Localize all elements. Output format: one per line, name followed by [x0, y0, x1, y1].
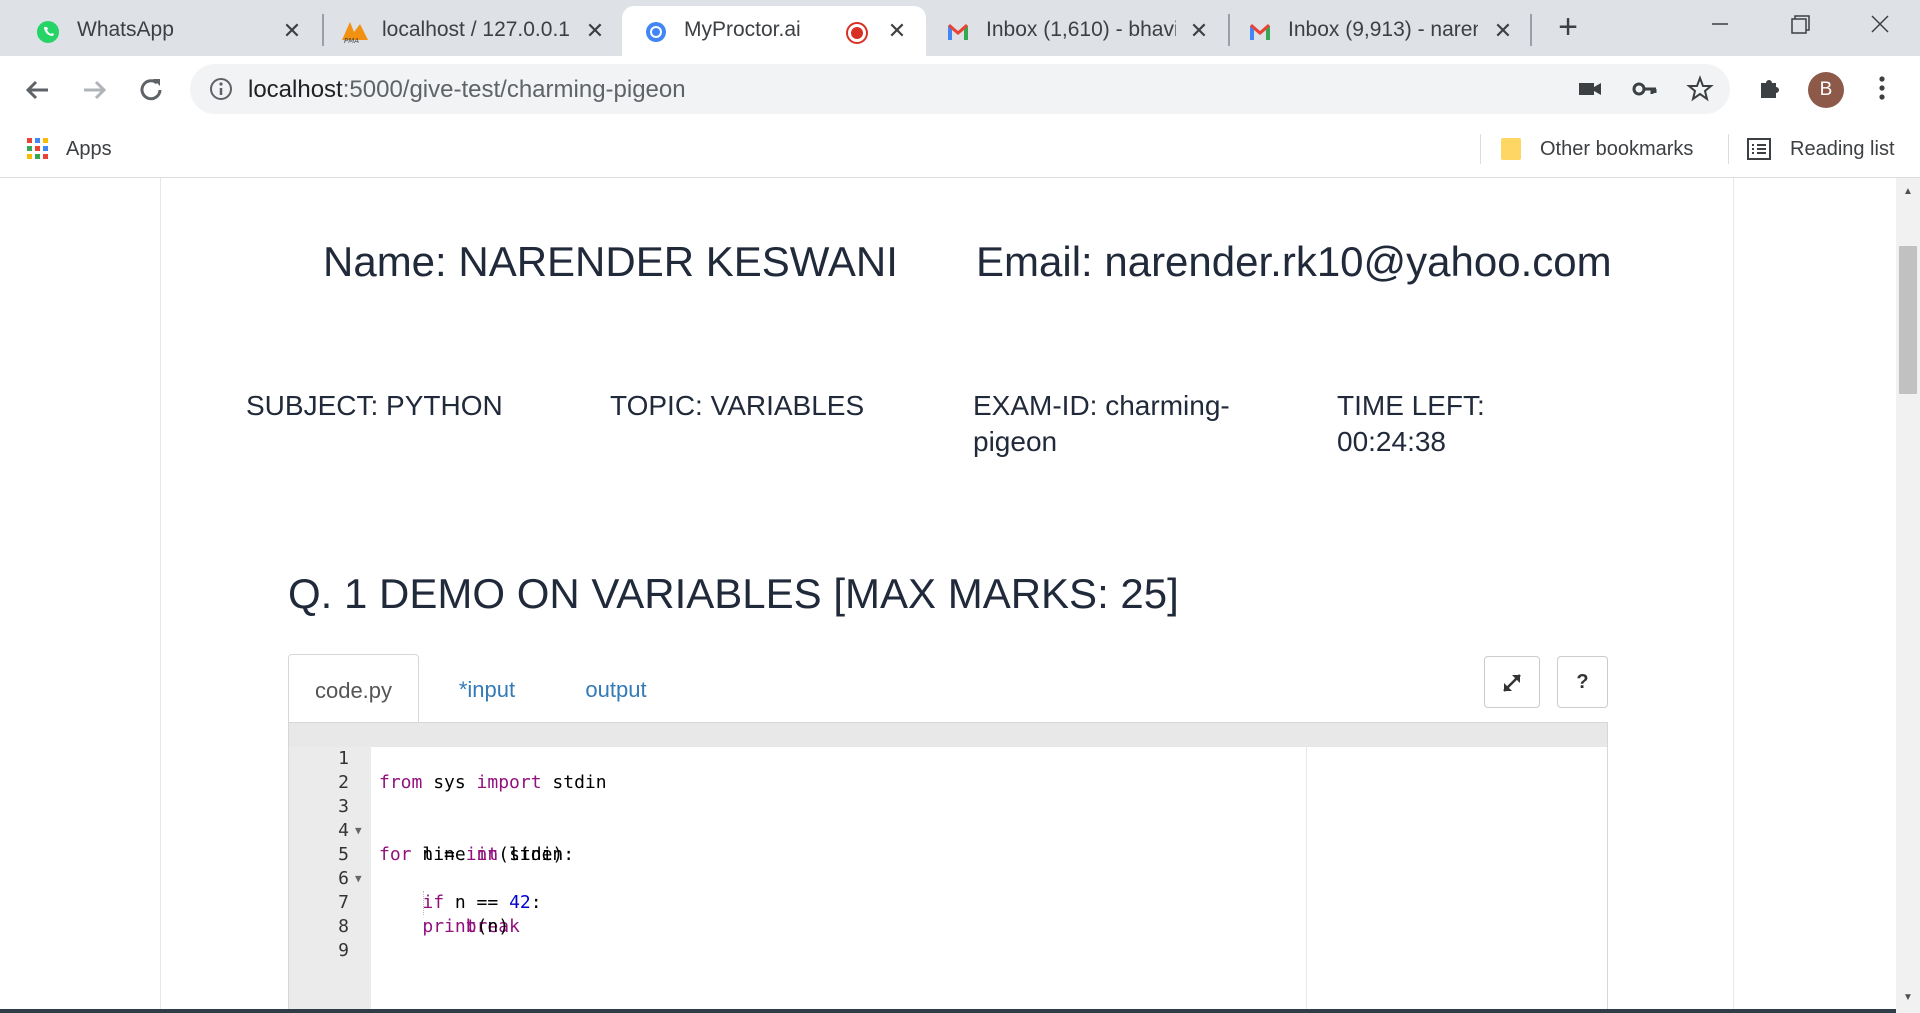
reading-list-button[interactable]: Reading list	[1746, 132, 1895, 166]
close-tab-icon[interactable]: ✕	[584, 20, 606, 42]
tab-title: WhatsApp	[77, 18, 174, 41]
apps-grid-icon	[27, 138, 48, 159]
close-tab-icon[interactable]: ✕	[886, 20, 908, 42]
extensions-icon[interactable]	[1756, 74, 1784, 102]
bookmark-apps[interactable]: Apps	[26, 132, 112, 166]
bookmark-other[interactable]: Other bookmarks	[1500, 132, 1693, 166]
gmail-icon	[948, 24, 968, 40]
browser-tab-phpmyadmin[interactable]: PMA localhost / 127.0.0.1 ✕	[324, 6, 624, 56]
phpmyadmin-icon: PMA	[342, 22, 368, 44]
tab-separator	[1530, 14, 1532, 46]
exam-id: EXAM-ID: charming-pigeon	[973, 390, 1230, 457]
restore-icon[interactable]	[1780, 10, 1820, 40]
question-title: Q. 1 DEMO ON VARIABLES [MAX MARKS: 25]	[288, 570, 1179, 617]
site-info-icon[interactable]	[208, 76, 234, 102]
browser-tabstrip: WhatsApp ✕ PMA localhost / 127.0.0.1 ✕ M…	[0, 0, 1920, 56]
forward-icon[interactable]	[74, 70, 114, 110]
whatsapp-icon	[37, 21, 59, 43]
browser-tab-myproctor[interactable]: MyProctor.ai ✕	[622, 6, 926, 56]
tab-output[interactable]: output	[555, 654, 677, 724]
candidate-email: Email: narender.rk10@yahoo.com	[976, 238, 1612, 285]
exam-container: Name: NARENDER KESWANI Email: narender.r…	[160, 178, 1734, 1013]
tab-title: Inbox (9,913) - naren	[1288, 18, 1478, 41]
close-tab-icon[interactable]: ✕	[1188, 20, 1210, 42]
svg-text:PMA: PMA	[344, 37, 359, 44]
folder-icon	[1501, 138, 1521, 160]
exam-topic: TOPIC: VARIABLES	[610, 390, 865, 421]
code-line: 7 print(n)	[289, 867, 1607, 937]
code-line: 4 n = int(line)	[289, 795, 1607, 865]
tab-code-py[interactable]: code.py	[288, 654, 419, 724]
browser-toolbar: localhost:5000/give-test/charming-pigeon…	[0, 56, 1920, 122]
menu-dots-icon[interactable]	[1868, 74, 1896, 102]
taskbar-edge	[0, 1009, 1896, 1013]
bookmark-star-icon[interactable]	[1686, 75, 1714, 103]
chromium-icon	[646, 22, 666, 42]
camera-icon[interactable]	[1576, 75, 1604, 103]
browser-tab-gmail-naren[interactable]: Inbox (9,913) - naren ✕	[1230, 6, 1530, 56]
tab-input[interactable]: *input	[419, 654, 555, 724]
page-viewport: Name: NARENDER KESWANI Email: narender.r…	[0, 178, 1896, 1013]
code-line: 6 break	[289, 843, 1607, 937]
scroll-up-icon[interactable]: ▲	[1902, 186, 1914, 198]
key-icon[interactable]	[1630, 75, 1658, 103]
tab-title: localhost / 127.0.0.1	[382, 18, 570, 41]
close-tab-icon[interactable]: ✕	[281, 20, 303, 42]
time-left-label: TIME LEFT:	[1337, 390, 1485, 421]
address-bar[interactable]: localhost:5000/give-test/charming-pigeon	[190, 64, 1730, 114]
browser-tab-whatsapp[interactable]: WhatsApp ✕	[0, 6, 320, 56]
bookmark-apps-label: Apps	[66, 137, 112, 160]
tab-title: MyProctor.ai	[684, 18, 801, 41]
close-tab-icon[interactable]: ✕	[1492, 20, 1514, 42]
scroll-down-icon[interactable]: ▼	[1902, 992, 1914, 1004]
bookmarks-bar: Apps Other bookmarks Reading list	[0, 122, 1920, 178]
close-window-icon[interactable]	[1860, 10, 1900, 40]
candidate-name: Name: NARENDER KESWANI	[323, 238, 898, 285]
url-path: :5000/give-test/charming-pigeon	[342, 76, 686, 103]
code-line: 1 from sys import stdin	[289, 723, 1607, 793]
expand-icon	[1503, 674, 1521, 692]
browser-tab-gmail-bhavi[interactable]: Inbox (1,610) - bhavi ✕	[928, 6, 1228, 56]
code-line: 2	[289, 747, 1607, 793]
code-input-area[interactable]: 1 from sys import stdin 2 3 ▼ for line i…	[288, 722, 1608, 1013]
help-button[interactable]: ?	[1557, 656, 1608, 708]
time-left: TIME LEFT: 00:24:38	[1337, 388, 1617, 460]
recording-icon	[846, 22, 868, 44]
bookmark-separator	[1728, 134, 1729, 164]
page-scrollbar[interactable]: ▲ ▼	[1896, 178, 1920, 1013]
fullscreen-button[interactable]	[1484, 656, 1540, 708]
bookmark-separator	[1480, 134, 1481, 164]
tab-title: Inbox (1,610) - bhavi	[986, 18, 1176, 41]
code-line: 3 ▼ for line in stdin:	[289, 771, 1607, 865]
line-number: 9	[338, 940, 349, 961]
bookmark-other-label: Other bookmarks	[1540, 137, 1694, 160]
minimize-icon[interactable]	[1700, 10, 1740, 40]
profile-avatar[interactable]: B	[1808, 72, 1844, 108]
reading-list-icon	[1747, 138, 1771, 160]
scrollbar-thumb[interactable]	[1899, 246, 1917, 394]
url-host: localhost	[248, 76, 343, 103]
new-tab-button[interactable]: +	[1552, 10, 1584, 44]
code-line: 5 ▼ if n == 42:	[289, 819, 1607, 913]
time-left-value: 00:24:38	[1337, 426, 1446, 457]
code-line: 8	[289, 891, 1607, 937]
code-line: 9	[289, 915, 1607, 961]
url-text: localhost:5000/give-test/charming-pigeon	[248, 76, 686, 104]
reload-icon[interactable]	[131, 70, 171, 110]
code-editor-panel: code.py *input output ? 1 from sys impor…	[288, 654, 1608, 1013]
exam-subject: SUBJECT: PYTHON	[246, 390, 503, 421]
reading-list-label: Reading list	[1790, 137, 1895, 160]
gmail-icon	[1250, 24, 1270, 40]
back-icon[interactable]	[18, 70, 58, 110]
